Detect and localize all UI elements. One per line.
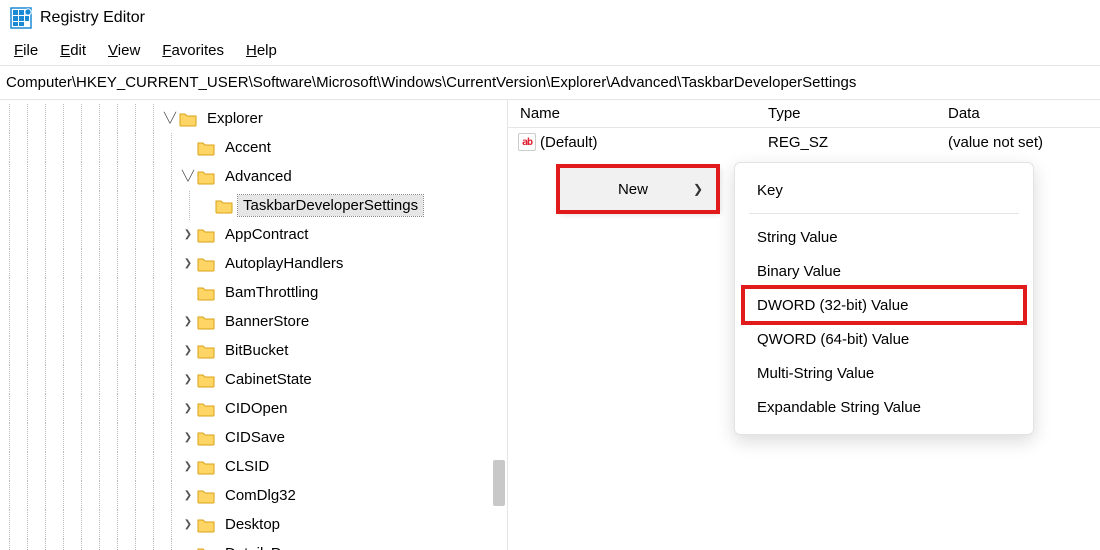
tree-label: Desktop [220,514,285,535]
folder-icon [196,428,216,448]
context-menu-new[interactable]: New ❯ [558,166,718,212]
submenu-item-binary[interactable]: Binary Value [735,254,1033,288]
value-data: (value not set) [948,134,1100,151]
tree-item-bam[interactable]: BamThrottling [0,278,507,307]
chevron-down-icon[interactable]: ╲╱ [162,111,178,127]
context-submenu-new: Key String Value Binary Value DWORD (32-… [734,162,1034,435]
folder-icon [196,167,216,187]
chevron-right-icon[interactable]: ❯ [180,459,196,475]
chevron-right-icon: ❯ [693,182,703,196]
folder-icon [196,399,216,419]
folder-icon [196,283,216,303]
tree-label: ComDlg32 [220,485,301,506]
folder-icon [178,109,198,129]
listview-row[interactable]: ab (Default) REG_SZ (value not set) [508,128,1100,156]
main-split: ╲╱ Explorer Accent ╲╱ Advanced [0,100,1100,550]
tree-label: AutoplayHandlers [220,253,348,274]
tree-label: BannerStore [220,311,314,332]
folder-icon [214,196,234,216]
tree-label: DetailsPane [220,543,311,550]
menu-view[interactable]: View [108,42,140,59]
submenu-item-dword[interactable]: DWORD (32-bit) Value [735,288,1033,322]
submenu-item-key[interactable]: Key [735,173,1033,207]
chevron-right-icon[interactable]: ❯ [180,430,196,446]
menu-file[interactable]: File [14,42,38,59]
window-title: Registry Editor [40,9,145,27]
tree-item-taskbardev[interactable]: TaskbarDeveloperSettings [0,191,507,220]
address-text: Computer\HKEY_CURRENT_USER\Software\Micr… [6,74,856,91]
chevron-right-icon[interactable]: ❯ [180,343,196,359]
tree-item-bitbucket[interactable]: ❯ BitBucket [0,336,507,365]
value-name: (Default) [540,134,598,151]
tree-label: Accent [220,137,276,158]
folder-icon [196,225,216,245]
menu-favorites[interactable]: Favorites [162,42,224,59]
title-bar: Registry Editor [0,0,1100,36]
submenu-item-qword[interactable]: QWORD (64-bit) Value [735,322,1033,356]
chevron-right-icon[interactable]: ❯ [180,401,196,417]
tree-item-advanced[interactable]: ╲╱ Advanced [0,162,507,191]
menu-edit[interactable]: Edit [60,42,86,59]
submenu-item-multistring[interactable]: Multi-String Value [735,356,1033,390]
tree-label: BitBucket [220,340,293,361]
tree-label: CIDOpen [220,398,293,419]
folder-icon [196,486,216,506]
chevron-right-icon[interactable]: ❯ [180,227,196,243]
tree-item-accent[interactable]: Accent [0,133,507,162]
chevron-down-icon[interactable]: ╲╱ [180,169,196,185]
tree-label: AppContract [220,224,313,245]
tree-pane: ╲╱ Explorer Accent ╲╱ Advanced [0,100,508,550]
tree-item-explorer[interactable]: ╲╱ Explorer [0,104,507,133]
tree-item-cidsave[interactable]: ❯ CIDSave [0,423,507,452]
tree-label: CLSID [220,456,274,477]
folder-icon [196,457,216,477]
tree-item-banner[interactable]: ❯ BannerStore [0,307,507,336]
folder-icon [196,341,216,361]
menu-bar: File Edit View Favorites Help [0,36,1100,66]
chevron-right-icon[interactable]: ❯ [180,314,196,330]
scrollbar-thumb[interactable] [493,460,505,506]
tree-item-autoplay[interactable]: ❯ AutoplayHandlers [0,249,507,278]
regedit-icon [10,7,32,29]
tree-label: BamThrottling [220,282,323,303]
chevron-right-icon[interactable]: ❯ [180,256,196,272]
value-list-pane: Name Type Data ab (Default) REG_SZ (valu… [508,100,1100,550]
folder-icon [196,544,216,550]
tree-label: Advanced [220,166,297,187]
tree-label: Explorer [202,108,268,129]
tree-item-desktop[interactable]: ❯ Desktop [0,510,507,539]
tree-item-cabinet[interactable]: ❯ CabinetState [0,365,507,394]
tree-item-clsid[interactable]: ❯ CLSID [0,452,507,481]
menu-separator [749,213,1019,214]
context-menu-new-label: New [573,181,693,198]
listview-header: Name Type Data [508,100,1100,128]
tree-item-details[interactable]: DetailsPane [0,539,507,550]
folder-icon [196,138,216,158]
column-header-name[interactable]: Name [508,105,768,122]
tree-label: CIDSave [220,427,290,448]
folder-icon [196,312,216,332]
chevron-right-icon[interactable]: ❯ [180,488,196,504]
column-header-type[interactable]: Type [768,105,948,122]
folder-icon [196,515,216,535]
tree-item-appcontract[interactable]: ❯ AppContract [0,220,507,249]
reg-sz-icon: ab [518,133,536,151]
tree-label: TaskbarDeveloperSettings [238,195,423,216]
tree-item-cidopen[interactable]: ❯ CIDOpen [0,394,507,423]
menu-help[interactable]: Help [246,42,277,59]
chevron-right-icon[interactable]: ❯ [180,372,196,388]
submenu-item-expandstring[interactable]: Expandable String Value [735,390,1033,424]
chevron-right-icon[interactable]: ❯ [180,517,196,533]
value-type: REG_SZ [768,134,948,151]
column-header-data[interactable]: Data [948,105,1100,122]
address-bar[interactable]: Computer\HKEY_CURRENT_USER\Software\Micr… [0,66,1100,100]
tree-item-comdlg[interactable]: ❯ ComDlg32 [0,481,507,510]
submenu-item-string[interactable]: String Value [735,220,1033,254]
folder-icon [196,370,216,390]
tree-label: CabinetState [220,369,317,390]
folder-icon [196,254,216,274]
